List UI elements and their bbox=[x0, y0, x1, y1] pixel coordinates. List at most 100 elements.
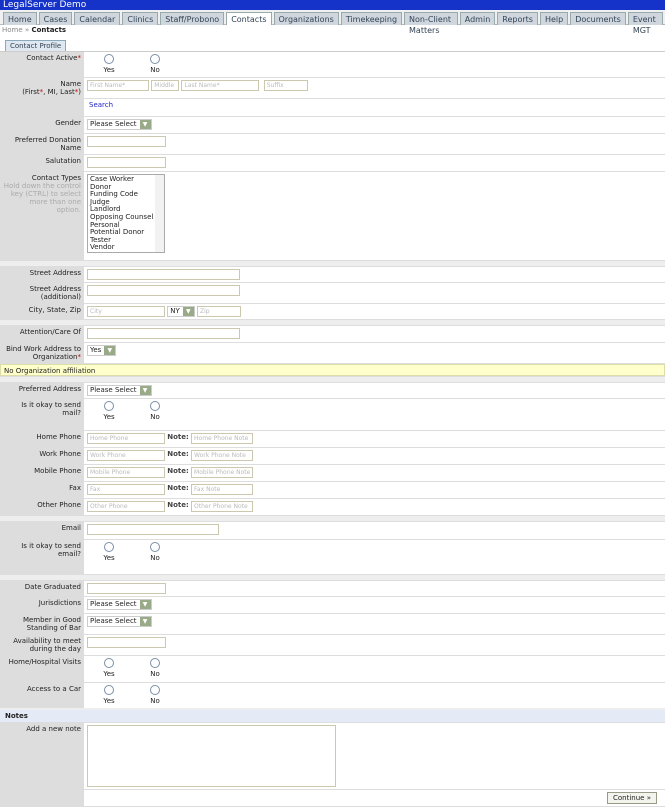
tab-non-client-matters[interactable]: Non-Client Matters bbox=[404, 12, 458, 35]
tab-contacts[interactable]: Contacts bbox=[226, 12, 272, 25]
label: Email bbox=[0, 521, 84, 540]
send-email-no[interactable]: No bbox=[147, 542, 163, 562]
new-note-textarea[interactable] bbox=[87, 724, 336, 787]
chevron-down-icon: ▼ bbox=[139, 386, 151, 395]
street2-input[interactable] bbox=[87, 285, 240, 296]
contact-form: Contact Active* Yes No Name (First*, MI, La… bbox=[0, 51, 665, 807]
label: Availability to meet during the day bbox=[0, 634, 84, 656]
send-mail-yes[interactable]: Yes bbox=[101, 401, 117, 421]
label: Fax bbox=[0, 481, 84, 499]
chevron-down-icon: ▼ bbox=[104, 346, 116, 355]
attention-input[interactable] bbox=[87, 328, 240, 339]
send-email-yes[interactable]: Yes bbox=[101, 542, 117, 562]
car-yes[interactable]: Yes bbox=[101, 685, 117, 705]
tab-reports[interactable]: Reports bbox=[497, 12, 538, 25]
label: Other Phone bbox=[0, 498, 84, 516]
app-title: LegalServer Demo bbox=[0, 0, 665, 10]
label: Member in Good Standing of Bar bbox=[0, 613, 84, 635]
chevron-down-icon: ▼ bbox=[182, 307, 194, 316]
tab-organizations[interactable]: Organizations bbox=[273, 12, 339, 25]
bind-address-select[interactable]: Yes ▼ bbox=[87, 345, 117, 356]
label: Contact Active bbox=[26, 54, 78, 62]
contact-active-yes[interactable]: Yes bbox=[101, 54, 117, 74]
state-select[interactable]: NY ▼ bbox=[167, 306, 195, 317]
availability-input[interactable] bbox=[87, 637, 166, 648]
breadcrumb-current: Contacts bbox=[31, 26, 67, 34]
hint: Hold down the control key (CTRL) to sele… bbox=[3, 182, 81, 214]
breadcrumb: Home » Contacts bbox=[0, 25, 665, 36]
preferred-address-select[interactable]: Please Select ▼ bbox=[87, 385, 152, 396]
tab-contact-profile[interactable]: Contact Profile bbox=[5, 40, 67, 51]
label: Name bbox=[60, 80, 81, 88]
label: Gender bbox=[0, 116, 84, 134]
tab-calendar[interactable]: Calendar bbox=[74, 12, 121, 25]
fax-note-input[interactable]: Fax Note bbox=[191, 484, 254, 495]
salutation-input[interactable] bbox=[87, 157, 166, 168]
continue-button[interactable]: Continue » bbox=[607, 791, 657, 804]
good-standing-select[interactable]: Please Select ▼ bbox=[87, 616, 152, 627]
label: Access to a Car bbox=[0, 682, 84, 709]
work-note-input[interactable]: Work Phone Note bbox=[191, 450, 254, 461]
jurisdictions-select[interactable]: Please Select ▼ bbox=[87, 599, 152, 610]
first-name-input[interactable]: First Name* bbox=[87, 80, 149, 91]
contact-active-no[interactable]: No bbox=[147, 54, 163, 74]
tab-admin[interactable]: Admin bbox=[459, 12, 496, 25]
chevron-down-icon: ▼ bbox=[139, 617, 151, 626]
label: City, State, Zip bbox=[0, 303, 84, 320]
notes-header: Notes bbox=[0, 709, 665, 722]
tab-event-mgt[interactable]: Event MGT bbox=[627, 12, 663, 35]
breadcrumb-sep: » bbox=[24, 26, 30, 34]
label: Street Address (additional) bbox=[0, 282, 84, 304]
note-label: Note: bbox=[167, 433, 189, 441]
gender-select[interactable]: Please Select ▼ bbox=[87, 119, 152, 130]
other-phone-input[interactable]: Other Phone bbox=[87, 501, 165, 512]
tab-cases[interactable]: Cases bbox=[38, 12, 73, 25]
required-mark: * bbox=[77, 54, 82, 62]
fax-input[interactable]: Fax bbox=[87, 484, 165, 495]
last-name-input[interactable]: Last Name* bbox=[181, 80, 260, 91]
label: Is it okay to send email? bbox=[0, 539, 84, 575]
label: Attention/Care Of bbox=[0, 325, 84, 343]
label: Is it okay to send mail? bbox=[0, 398, 84, 431]
label: Home/Hospital Visits bbox=[0, 655, 84, 683]
label: Street Address bbox=[0, 266, 84, 283]
zip-input[interactable]: Zip bbox=[196, 306, 241, 317]
home-visits-no[interactable]: No bbox=[147, 658, 163, 678]
contact-types-listbox[interactable]: Case Worker Donor Funding Code Judge Landlor… bbox=[87, 174, 165, 253]
note-label: Note: bbox=[167, 501, 189, 509]
label: Add a new note bbox=[0, 722, 84, 790]
donation-name-input[interactable] bbox=[87, 136, 166, 147]
tab-timekeeping[interactable]: Timekeeping bbox=[340, 12, 403, 25]
city-input[interactable]: City bbox=[87, 306, 165, 317]
contact-type-option[interactable]: Vendor bbox=[90, 244, 162, 252]
other-note-input[interactable]: Other Phone Note bbox=[191, 501, 254, 512]
home-note-input[interactable]: Home Phone Note bbox=[191, 433, 254, 444]
label: Bind Work Address to Organization bbox=[6, 345, 81, 361]
breadcrumb-home[interactable]: Home bbox=[2, 26, 23, 34]
label: Preferred Address bbox=[0, 382, 84, 399]
email-input[interactable] bbox=[87, 524, 219, 535]
home-visits-yes[interactable]: Yes bbox=[101, 658, 117, 678]
tab-home[interactable]: Home bbox=[3, 12, 37, 25]
search-link[interactable]: Search bbox=[87, 101, 113, 109]
home-phone-input[interactable]: Home Phone bbox=[87, 433, 165, 444]
tab-staff-probono[interactable]: Staff/Probono bbox=[160, 12, 225, 25]
suffix-input[interactable]: Suffix bbox=[263, 80, 308, 91]
tab-documents[interactable]: Documents bbox=[570, 12, 626, 25]
label: Jurisdictions bbox=[0, 596, 84, 614]
middle-name-input[interactable]: Middle bbox=[151, 80, 180, 91]
label: Home Phone bbox=[0, 430, 84, 448]
send-mail-no[interactable]: No bbox=[147, 401, 163, 421]
date-graduated-input[interactable] bbox=[87, 583, 166, 594]
label: Contact Types bbox=[31, 174, 81, 182]
note-label: Note: bbox=[167, 467, 189, 475]
tab-clinics[interactable]: Clinics bbox=[122, 12, 159, 25]
label: Preferred Donation Name bbox=[0, 133, 84, 155]
tab-help[interactable]: Help bbox=[539, 12, 569, 25]
car-no[interactable]: No bbox=[147, 685, 163, 705]
scrollbar[interactable] bbox=[155, 175, 164, 252]
street-input[interactable] bbox=[87, 269, 240, 280]
work-phone-input[interactable]: Work Phone bbox=[87, 450, 165, 461]
mobile-phone-input[interactable]: Mobile Phone bbox=[87, 467, 165, 478]
mobile-note-input[interactable]: Mobile Phone Note bbox=[191, 467, 254, 478]
